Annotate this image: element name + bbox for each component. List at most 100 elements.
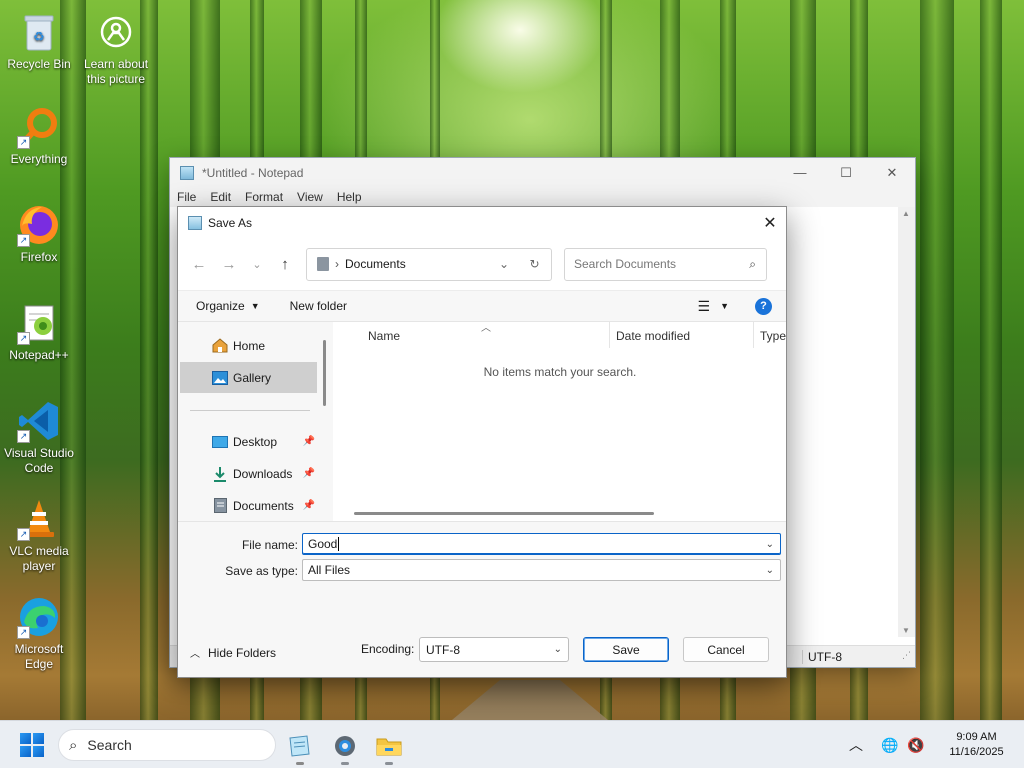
desktop-icon-learn-picture[interactable]: Learn about this picture [78, 10, 154, 87]
save-as-type-label: Save as type: [225, 564, 298, 578]
folder-icon [376, 738, 402, 756]
desktop-icon-label: Recycle Bin [7, 57, 71, 71]
chevron-down-icon: ⌄ [553, 644, 562, 655]
cancel-button[interactable]: Cancel [683, 637, 769, 662]
chevron-down-icon: ⌄ [765, 564, 774, 576]
shortcut-arrow-icon: ↗ [17, 626, 30, 639]
nav-label: Downloads [233, 466, 293, 481]
column-header-name[interactable]: Name [368, 329, 400, 343]
desktop-icon-everything[interactable]: ↗ Everything [1, 105, 77, 167]
desktop-icon-label: Everything [10, 152, 68, 166]
menu-edit[interactable]: Edit [210, 190, 231, 204]
caret-down-icon: ▼ [250, 301, 260, 311]
back-arrow-icon: ← [191, 255, 207, 273]
column-header-date-modified[interactable]: Date modified [616, 329, 690, 343]
nav-label: Documents [233, 498, 294, 513]
dialog-footer: File name: Good ⌄ Save as type: All File… [178, 521, 786, 677]
menu-format[interactable]: Format [245, 190, 283, 204]
breadcrumb-documents[interactable]: Documents [345, 257, 406, 271]
view-options-button[interactable]: ☰ ▼ [698, 298, 729, 315]
scroll-up-icon[interactable]: ▲ [902, 209, 910, 218]
chevron-up-icon[interactable]: ︿ [843, 735, 869, 755]
desktop-icon-notepadpp[interactable]: ↗ Notepad++ [1, 301, 77, 363]
hide-folders-label: Hide Folders [208, 645, 277, 660]
globe-network-icon[interactable]: 🌐 [877, 737, 903, 754]
file-list-horizontal-scrollbar[interactable] [354, 512, 654, 515]
recent-locations-button[interactable]: ⌄ [244, 249, 270, 279]
pin-icon: 📌 [302, 468, 315, 479]
save-as-type-value: All Files [308, 563, 351, 577]
command-bar: Organize ▼ New folder ☰ ▼ ? [178, 290, 786, 322]
start-button[interactable] [20, 733, 44, 757]
dialog-close-button[interactable]: ✕ [754, 207, 786, 238]
desktop-icon-edge[interactable]: ↗ Microsoft Edge [1, 595, 77, 672]
help-icon[interactable]: ? [755, 297, 772, 315]
desktop-icon-label: Firefox [20, 250, 58, 264]
notepad-icon [180, 165, 194, 180]
save-button[interactable]: Save [583, 637, 669, 662]
hide-folders-button[interactable]: ︿ Hide Folders [190, 645, 277, 661]
taskbar-app-notepad[interactable] [282, 729, 318, 765]
desktop-icon-firefox[interactable]: ↗ Firefox [1, 203, 77, 265]
menu-file[interactable]: File [177, 190, 196, 204]
search-input[interactable]: Search Documents ⌕ [564, 247, 767, 281]
organize-button[interactable]: Organize ▼ [196, 299, 260, 313]
encoding-label: Encoding: [361, 642, 415, 656]
search-placeholder: Search Documents [574, 257, 677, 271]
chevron-up-icon: ︿ [190, 649, 200, 660]
nav-pane-scrollbar[interactable] [323, 340, 326, 406]
pin-icon: 📌 [302, 436, 315, 447]
new-folder-button[interactable]: New folder [290, 299, 347, 313]
nav-label: Home [233, 338, 266, 353]
notepad-menubar: File Edit Format View Help [170, 187, 915, 207]
menu-view[interactable]: View [297, 190, 323, 204]
maximize-button[interactable]: ☐ [823, 158, 869, 187]
address-dropdown-icon[interactable]: ⌄ [491, 257, 517, 271]
nav-item-gallery[interactable]: Gallery [180, 362, 317, 393]
system-tray: ︿ 🌐 🔇 9:09 AM 11/16/2025 [843, 721, 1024, 768]
up-button[interactable]: ↑ [270, 249, 300, 279]
back-button[interactable]: ← [184, 249, 214, 279]
desktop-icon-label: Notepad++ [9, 348, 69, 362]
forward-button[interactable]: → [214, 249, 244, 279]
save-as-dialog: Save As ✕ ← → ⌄ ↑ › Documents ⌄ ↻ Search… [177, 206, 787, 678]
save-as-type-select[interactable]: All Files ⌄ [302, 559, 781, 581]
refresh-icon[interactable]: ↻ [517, 257, 551, 271]
dialog-titlebar[interactable]: Save As ✕ [178, 207, 786, 238]
encoding-value: UTF-8 [426, 642, 460, 657]
file-name-input[interactable]: Good ⌄ [302, 533, 781, 555]
close-button[interactable]: ✕ [869, 158, 915, 187]
taskbar-app-settings[interactable] [327, 729, 363, 765]
forward-arrow-icon: → [221, 255, 237, 273]
column-header-type[interactable]: Type [760, 329, 786, 343]
notepad-vertical-scrollbar[interactable]: ▲ ▼ [898, 207, 915, 637]
minimize-button[interactable]: — [777, 158, 823, 187]
desktop-icon-vlc[interactable]: ↗ VLC media player [1, 497, 77, 574]
nav-item-documents[interactable]: Documents 📌 [180, 490, 317, 521]
column-divider[interactable] [753, 322, 754, 348]
chevron-down-icon[interactable]: ⌄ [766, 539, 774, 550]
shortcut-arrow-icon: ↗ [17, 332, 30, 345]
nav-item-home[interactable]: Home [180, 330, 317, 361]
notepad-title: *Untitled - Notepad [202, 165, 304, 180]
minimize-icon: — [793, 165, 807, 180]
nav-item-desktop[interactable]: Desktop 📌 [180, 426, 317, 457]
nav-item-downloads[interactable]: Downloads 📌 [180, 458, 317, 489]
column-divider[interactable] [609, 322, 610, 348]
encoding-select[interactable]: UTF-8 ⌄ [419, 637, 569, 662]
notepad-titlebar[interactable]: *Untitled - Notepad — ☐ ✕ [170, 158, 915, 187]
taskbar-app-file-explorer[interactable] [371, 729, 407, 765]
text-cursor [338, 537, 340, 551]
menu-help[interactable]: Help [337, 190, 362, 204]
volume-muted-icon[interactable]: 🔇 [903, 737, 929, 754]
address-bar[interactable]: › Documents ⌄ ↻ [306, 247, 552, 281]
resize-grip-icon[interactable]: ⋰ [902, 650, 911, 661]
close-icon: ✕ [763, 214, 777, 232]
dialog-body: Home Gallery Desktop 📌 Downloads 📌 Docum… [178, 322, 786, 521]
desktop-icon-recycle-bin[interactable]: ♻ Recycle Bin [1, 10, 77, 72]
clock[interactable]: 9:09 AM 11/16/2025 [929, 730, 1024, 760]
desktop-icon-vscode[interactable]: ↗ Visual Studio Code [1, 399, 77, 476]
taskbar-search-box[interactable]: ⌕ Search [58, 729, 276, 761]
notepad-icon [289, 735, 310, 757]
scroll-down-icon[interactable]: ▼ [902, 626, 910, 635]
